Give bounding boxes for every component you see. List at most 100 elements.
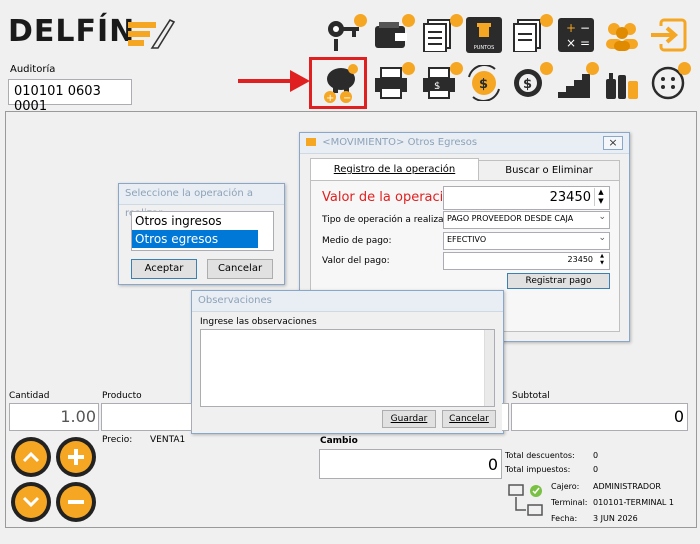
observations-scrollbar[interactable] bbox=[484, 330, 494, 406]
value-spinner-icon[interactable]: ▲ ▼ bbox=[594, 188, 607, 206]
audit-field[interactable]: 010101 0603 0001 bbox=[8, 79, 132, 114]
network-status-icon bbox=[508, 483, 546, 525]
chevron-up-icon bbox=[22, 451, 40, 463]
subtotal-field: 0 bbox=[511, 403, 688, 431]
more-options-icon[interactable] bbox=[644, 62, 692, 104]
taxes-label: Total impuestos: bbox=[505, 465, 571, 474]
svg-text:$: $ bbox=[523, 77, 532, 92]
payment-medium-label: Medio de pago: bbox=[322, 236, 392, 246]
payment-value-label: Valor del pago: bbox=[322, 256, 390, 266]
svg-text:×: × bbox=[566, 36, 576, 50]
cancel-observations-button[interactable]: Cancelar bbox=[442, 410, 496, 428]
subtotal-label: Subtotal bbox=[512, 391, 550, 401]
add-quantity-button[interactable] bbox=[56, 437, 96, 477]
operation-option-selected[interactable]: Otros egresos bbox=[132, 230, 258, 248]
printer-dollar-icon[interactable]: $ bbox=[416, 62, 464, 104]
operation-type-select[interactable]: PAGO PROVEEDOR DESDE CAJA ⌄ bbox=[443, 211, 610, 229]
audit-label: Auditoría bbox=[10, 64, 56, 75]
change-field: 0 bbox=[319, 449, 502, 479]
operation-dialog-title: Seleccione la operación a realizar bbox=[119, 184, 284, 219]
cashier-label: Cajero: bbox=[551, 482, 580, 491]
payment-medium-select[interactable]: EFECTIVO ⌄ bbox=[443, 232, 610, 250]
points-label: PUNTOS bbox=[473, 45, 495, 51]
stairs-chart-icon[interactable] bbox=[552, 62, 600, 104]
taxes-value: 0 bbox=[593, 465, 599, 474]
observations-prompt: Ingrese las observaciones bbox=[200, 317, 317, 327]
minus-icon bbox=[68, 500, 84, 504]
quantity-label: Cantidad bbox=[9, 391, 50, 401]
terminal-value: 010101-TERMINAL 1 bbox=[593, 498, 674, 507]
printer-add-icon[interactable] bbox=[368, 62, 416, 104]
plus-icon bbox=[68, 449, 84, 465]
points-icon[interactable]: PUNTOS bbox=[460, 14, 508, 56]
exit-icon[interactable] bbox=[644, 14, 692, 56]
chevron-down-icon[interactable]: ⌄ bbox=[598, 212, 606, 222]
product-label: Producto bbox=[102, 391, 142, 401]
save-button[interactable]: Guardar bbox=[382, 410, 436, 428]
subtract-quantity-button[interactable] bbox=[56, 482, 96, 522]
close-icon[interactable]: × bbox=[603, 136, 623, 150]
svg-text:$: $ bbox=[479, 77, 488, 92]
value-input: 23450 bbox=[549, 190, 591, 205]
key-user-icon[interactable] bbox=[320, 14, 368, 56]
cashier-value: ADMINISTRADOR bbox=[593, 482, 661, 491]
app-logo: DELFÍN bbox=[8, 14, 135, 49]
operation-type-value: PAGO PROVEEDOR DESDE CAJA bbox=[447, 214, 574, 223]
logo-text: DELFÍN bbox=[8, 14, 136, 49]
piggy-bank-button[interactable]: + − bbox=[309, 57, 367, 109]
register-payment-button[interactable]: Registrar pago bbox=[507, 273, 610, 289]
payment-spinner-icon[interactable]: ▲ ▼ bbox=[597, 253, 607, 267]
svg-text:+: + bbox=[326, 93, 334, 104]
change-value: 0 bbox=[487, 455, 498, 474]
svg-text:=: = bbox=[580, 36, 590, 50]
tab-registro[interactable]: Registro de la operación bbox=[310, 158, 479, 181]
operation-listbox[interactable]: Otros ingresos Otros egresos bbox=[131, 211, 274, 251]
money-search-icon[interactable]: $ bbox=[506, 62, 554, 104]
product-field[interactable] bbox=[101, 403, 192, 431]
price-value: VENTA1 bbox=[150, 435, 186, 445]
search-documents-icon[interactable] bbox=[506, 14, 554, 56]
product-field-right-edge bbox=[502, 403, 509, 431]
subtotal-value: 0 bbox=[673, 407, 684, 426]
value-field[interactable]: 23450 ▲ ▼ bbox=[443, 186, 610, 210]
date-value: 3 JUN 2026 bbox=[593, 514, 638, 523]
accept-button[interactable]: Aceptar bbox=[131, 259, 197, 279]
bottles-icon[interactable] bbox=[598, 62, 646, 104]
observations-dialog: Observaciones Ingrese las observaciones … bbox=[191, 290, 504, 434]
documents-icon[interactable] bbox=[416, 14, 464, 56]
movement-dialog-title: <MOVIMIENTO> Otros Egresos bbox=[322, 137, 478, 148]
discounts-value: 0 bbox=[593, 451, 599, 460]
payment-value-field[interactable]: 23450 ▲ ▼ bbox=[443, 252, 610, 270]
piggy-bank-icon: + − bbox=[324, 64, 358, 104]
scroll-down-button[interactable] bbox=[11, 482, 51, 522]
operation-dialog: Seleccione la operación a realizar Otros… bbox=[118, 183, 285, 285]
observations-textarea[interactable] bbox=[200, 329, 495, 407]
payment-value-input: 23450 bbox=[567, 255, 593, 264]
svg-text:−: − bbox=[580, 21, 590, 35]
change-label: Cambio bbox=[320, 436, 358, 446]
operation-type-label: Tipo de operación a realizar: bbox=[322, 215, 451, 225]
movement-dialog-icon bbox=[306, 138, 316, 146]
highlight-arrow-icon bbox=[238, 70, 310, 96]
quantity-field[interactable]: 1.00 bbox=[9, 403, 99, 431]
tab-buscar[interactable]: Buscar o Eliminar bbox=[478, 160, 620, 181]
quantity-value: 1.00 bbox=[60, 407, 96, 426]
calculator-icon[interactable]: + − × = bbox=[552, 14, 600, 56]
chevron-down-icon[interactable]: ⌄ bbox=[598, 233, 606, 243]
scroll-up-button[interactable] bbox=[11, 437, 51, 477]
cancel-operation-button[interactable]: Cancelar bbox=[207, 259, 273, 279]
discounts-label: Total descuentos: bbox=[505, 451, 575, 460]
payment-medium-value: EFECTIVO bbox=[447, 235, 487, 244]
currency-exchange-icon[interactable]: $ bbox=[460, 62, 508, 104]
chevron-down-icon bbox=[22, 496, 40, 508]
movement-dialog-titlebar: <MOVIMIENTO> Otros Egresos × bbox=[300, 133, 629, 154]
users-icon[interactable] bbox=[598, 14, 646, 56]
wallet-icon[interactable] bbox=[368, 14, 416, 56]
audit-value: 010101 0603 0001 bbox=[14, 84, 101, 114]
operation-option[interactable]: Otros ingresos bbox=[132, 212, 273, 230]
logo-mark-icon bbox=[128, 18, 176, 54]
svg-text:+: + bbox=[566, 21, 576, 35]
date-label: Fecha: bbox=[551, 514, 578, 523]
price-label: Precio: bbox=[102, 435, 133, 445]
svg-text:−: − bbox=[343, 93, 351, 104]
